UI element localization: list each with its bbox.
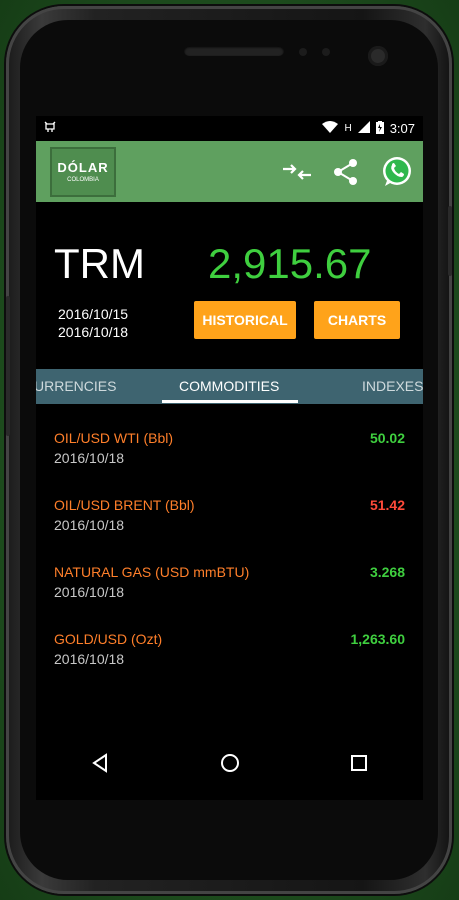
power-button: [448, 206, 452, 276]
item-date: 2016/10/18: [54, 584, 125, 600]
network-type-label: H: [344, 123, 352, 134]
logo-title: DÓLAR: [57, 160, 109, 175]
light-sensor: [322, 48, 330, 56]
share-icon[interactable]: [331, 157, 361, 187]
android-debug-icon: [44, 121, 56, 136]
historical-button[interactable]: HISTORICAL: [194, 301, 296, 339]
trm-panel: TRM 2,915.67 2016/10/15 2016/10/18 HISTO…: [36, 202, 423, 369]
battery-icon: [375, 120, 384, 137]
item-value: 1,263.60: [350, 631, 406, 647]
logo-subtitle: COLOMBIA: [67, 177, 99, 183]
item-value: 50.02: [369, 430, 405, 446]
recents-icon[interactable]: [339, 743, 379, 783]
app-bar: DÓLAR COLOMBIA: [36, 141, 423, 202]
front-camera: [368, 46, 388, 66]
list-item[interactable]: GOLD/USD (Ozt) 2016/10/18 1,263.60: [36, 613, 423, 680]
tab-indexes[interactable]: INDEXES: [362, 378, 423, 394]
item-date: 2016/10/18: [54, 651, 125, 667]
item-date: 2016/10/18: [54, 450, 125, 466]
tab-indicator: [162, 400, 298, 403]
home-icon[interactable]: [210, 743, 250, 783]
tab-currencies[interactable]: URRENCIES: [36, 378, 116, 394]
list-item[interactable]: OIL/USD WTI (Bbl) 2016/10/18 50.02: [36, 412, 423, 479]
item-name: NATURAL GAS (USD mmBTU): [54, 564, 250, 580]
item-value: 51.42: [369, 497, 405, 513]
item-name: OIL/USD WTI (Bbl): [54, 430, 174, 446]
trm-value: 2,915.67: [208, 240, 372, 287]
list-item[interactable]: OIL/USD BRENT (Bbl) 2016/10/18 51.42: [36, 479, 423, 546]
app-logo: DÓLAR COLOMBIA: [50, 146, 116, 197]
navigation-bar: [36, 726, 423, 800]
compare-arrows-icon[interactable]: [281, 160, 313, 184]
tab-bar: URRENCIES COMMODITIES INDEXES: [36, 369, 423, 404]
trm-date-to: 2016/10/18: [58, 324, 129, 340]
status-time: 3:07: [389, 121, 415, 136]
charts-button[interactable]: CHARTS: [314, 301, 400, 339]
status-bar: H 3:07: [36, 116, 423, 141]
whatsapp-icon[interactable]: [379, 154, 415, 190]
item-value: 3.268: [369, 564, 405, 580]
volume-button: [6, 296, 10, 436]
item-name: OIL/USD BRENT (Bbl): [54, 497, 195, 513]
item-name: GOLD/USD (Ozt): [54, 631, 163, 647]
trm-label: TRM: [54, 240, 145, 287]
trm-date-from: 2016/10/15: [58, 306, 129, 322]
commodities-list: OIL/USD WTI (Bbl) 2016/10/18 50.02 OIL/U…: [36, 404, 423, 680]
back-icon[interactable]: [81, 743, 121, 783]
app-screen: H 3:07 DÓLAR COLOMBIA TRM 2,915.67 2016/…: [36, 116, 423, 800]
proximity-sensor: [299, 48, 307, 56]
signal-icon: [357, 121, 370, 136]
earpiece-speaker: [184, 46, 284, 56]
wifi-icon: [322, 121, 339, 136]
item-date: 2016/10/18: [54, 517, 125, 533]
tab-commodities[interactable]: COMMODITIES: [179, 378, 279, 394]
list-item[interactable]: NATURAL GAS (USD mmBTU) 2016/10/18 3.268: [36, 546, 423, 613]
